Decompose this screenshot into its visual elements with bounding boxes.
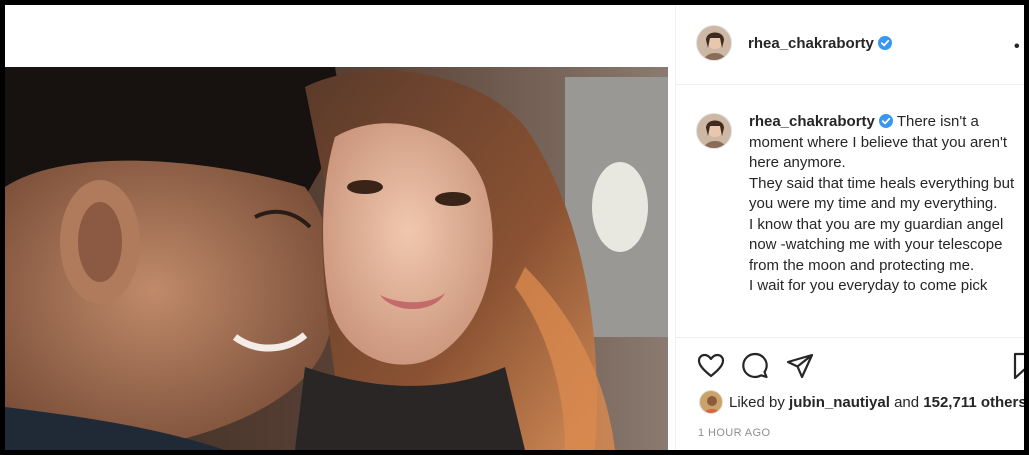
share-icon[interactable] — [785, 351, 815, 381]
heart-icon[interactable] — [696, 351, 726, 381]
post-header: rhea_chakraborty • — [676, 5, 1024, 85]
caption-line: They said that time heals everything but… — [749, 174, 1015, 213]
likes-joiner: and — [894, 394, 920, 411]
post-side-panel: rhea_chakraborty • rhea_chakraborty Ther… — [676, 5, 1024, 450]
caption-first-paragraph: rhea_chakraborty There isn't a moment wh… — [749, 112, 1019, 174]
liker-avatar[interactable] — [699, 390, 723, 414]
bookmark-icon[interactable] — [1010, 351, 1024, 381]
comment-icon[interactable] — [740, 351, 770, 381]
username-text[interactable]: rhea_chakraborty — [748, 35, 874, 52]
caption-username[interactable]: rhea_chakraborty — [749, 113, 875, 130]
post-caption: rhea_chakraborty There isn't a moment wh… — [749, 112, 1019, 297]
post-timestamp[interactable]: 1 HOUR AGO — [698, 427, 770, 439]
verified-badge-icon — [877, 36, 892, 50]
post-actions — [676, 347, 1024, 387]
caption-avatar[interactable] — [696, 113, 732, 149]
liker-username[interactable]: jubin_nautiyal — [789, 394, 890, 411]
likes-summary: Liked by jubin_nautiyal and 152,711 othe… — [696, 389, 1024, 415]
likes-others-count[interactable]: 152,711 others — [923, 394, 1024, 411]
verified-badge-icon — [878, 114, 893, 128]
more-options-icon[interactable]: • — [1014, 38, 1021, 56]
caption-section: rhea_chakraborty There isn't a moment wh… — [676, 105, 1024, 337]
avatar[interactable] — [696, 25, 732, 61]
photo-illustration — [5, 67, 668, 450]
likes-prefix: Liked by — [729, 394, 785, 411]
instagram-post-window: rhea_chakraborty • rhea_chakraborty Ther… — [5, 5, 1024, 450]
media-column — [5, 5, 675, 450]
actions-divider — [676, 337, 1024, 338]
caption-line: I wait for you everyday to come pick — [749, 277, 988, 294]
header-username[interactable]: rhea_chakraborty — [748, 35, 892, 52]
caption-line: I know that you are my guardian angel no… — [749, 215, 1004, 274]
likes-text: Liked by jubin_nautiyal and 152,711 othe… — [729, 394, 1024, 411]
post-photo[interactable] — [5, 67, 668, 450]
